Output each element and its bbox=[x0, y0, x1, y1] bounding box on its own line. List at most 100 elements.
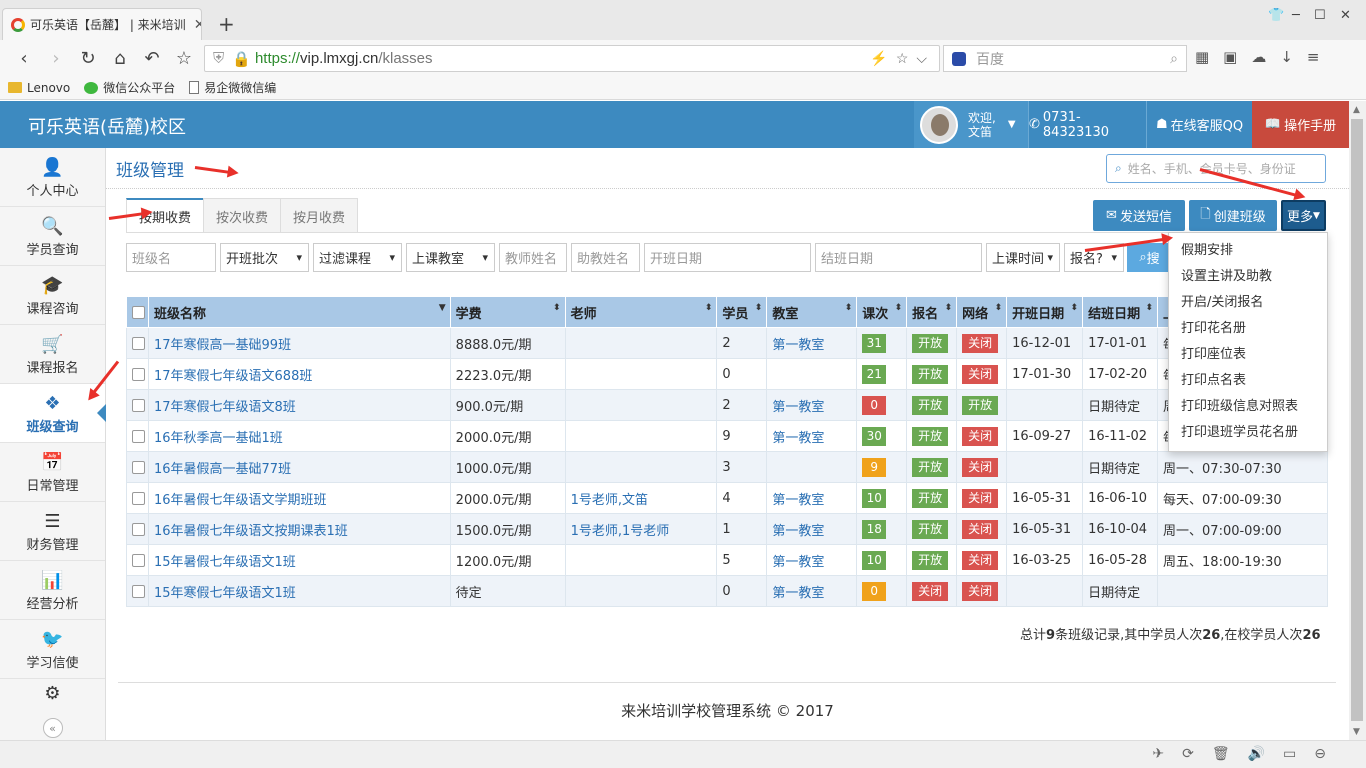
undo-icon[interactable]: ↶ bbox=[136, 48, 168, 69]
menu-item-print-seating[interactable]: 打印座位表 bbox=[1169, 342, 1327, 368]
col-lessons[interactable]: 课次 ⬍ bbox=[856, 296, 908, 328]
lessons-badge[interactable]: 0 bbox=[862, 395, 887, 415]
row-checkbox[interactable] bbox=[132, 429, 145, 443]
filter-end-date[interactable]: 结班日期 bbox=[815, 243, 982, 272]
bookmark-lenovo[interactable]: Lenovo bbox=[8, 81, 70, 95]
online-status-badge[interactable]: 关闭 bbox=[962, 364, 999, 384]
row-select-cell[interactable] bbox=[126, 358, 149, 390]
filter-teacher[interactable]: 教师姓名 bbox=[499, 243, 567, 272]
class-name-link[interactable]: 15年暑假七年级语文1班 bbox=[154, 555, 296, 570]
row-select-cell[interactable] bbox=[126, 482, 149, 514]
sidebar-item-enroll[interactable]: 🛒 课程报名 bbox=[0, 325, 105, 384]
class-name-cell[interactable]: 15年暑假七年级语文1班 bbox=[147, 544, 451, 576]
menu-item-holiday[interactable]: 假期安排 bbox=[1169, 238, 1327, 264]
online-status-badge[interactable]: 关闭 bbox=[962, 333, 999, 353]
create-class-button[interactable]: 🗋 创建班级 bbox=[1189, 200, 1277, 231]
table-row[interactable]: 15年寒假七年级语文1班 待定 0 第一教室 0 关闭 关闭 日期待定 bbox=[126, 575, 1328, 607]
scrollbar-thumb[interactable] bbox=[1351, 119, 1363, 721]
row-checkbox[interactable] bbox=[132, 584, 145, 598]
sidebar-item-finance[interactable]: ☰ 财务管理 bbox=[0, 502, 105, 561]
browser-tab[interactable]: 可乐英语【岳麓】 | 来米培训 ✕ bbox=[2, 8, 202, 40]
enroll-status-badge[interactable]: 开放 bbox=[912, 488, 949, 508]
table-row[interactable]: 15年暑假七年级语文1班 1200.0元/期 5 第一教室 10 开放 关闭 16-03-25… bbox=[126, 544, 1328, 576]
menu-item-toggle-enroll[interactable]: 开启/关闭报名 bbox=[1169, 290, 1327, 316]
row-select-cell[interactable] bbox=[126, 420, 149, 452]
lessons-badge[interactable]: 31 bbox=[862, 333, 887, 353]
room-link[interactable]: 第一教室 bbox=[772, 555, 824, 570]
phone-link[interactable]: ✆ 0731-84323130 bbox=[1028, 101, 1146, 148]
favorite-star-icon[interactable]: ☆ bbox=[168, 48, 200, 69]
table-row[interactable]: 17年寒假高一基础99班 8888.0元/期 2 第一教室 31 开放 关闭 16-12-01… bbox=[126, 327, 1328, 359]
table-row[interactable]: 16年暑假七年级语文按期课表1班 1500.0元/期 1号老师,1号老师 1 第一教室 1… bbox=[126, 513, 1328, 545]
class-name-cell[interactable]: 16年秋季高一基础1班 bbox=[147, 420, 451, 452]
lessons-badge[interactable]: 0 bbox=[862, 581, 887, 601]
menu-item-print-class-info[interactable]: 打印班级信息对照表 bbox=[1169, 394, 1327, 420]
class-name-cell[interactable]: 17年寒假高一基础99班 bbox=[147, 327, 451, 359]
class-name-link[interactable]: 17年寒假七年级语文688班 bbox=[154, 369, 312, 384]
teacher-link[interactable]: 1号老师,文笛 bbox=[571, 493, 648, 508]
send-sms-button[interactable]: ✉ 发送短信 bbox=[1093, 200, 1185, 231]
col-enroll[interactable]: 报名 ⬍ bbox=[906, 296, 958, 328]
menu-item-print-roster[interactable]: 打印花名册 bbox=[1169, 316, 1327, 342]
online-status-badge[interactable]: 关闭 bbox=[962, 488, 999, 508]
col-online[interactable]: 网络 ⬍ bbox=[956, 296, 1008, 328]
manual-link[interactable]: 📖 操作手册 bbox=[1252, 101, 1349, 148]
row-checkbox[interactable] bbox=[132, 491, 145, 505]
row-checkbox[interactable] bbox=[132, 522, 145, 536]
online-status-badge[interactable]: 开放 bbox=[962, 395, 999, 415]
room-link[interactable]: 第一教室 bbox=[772, 338, 824, 353]
browser-toolbar-icons[interactable]: ▦▣☁↓≡ bbox=[1195, 48, 1333, 66]
enroll-status-badge[interactable]: 关闭 bbox=[912, 581, 949, 601]
filter-start-date[interactable]: 开班日期 bbox=[644, 243, 811, 272]
filter-course[interactable]: 过滤课程 bbox=[313, 243, 402, 272]
enroll-status-badge[interactable]: 开放 bbox=[912, 519, 949, 539]
select-all-checkbox[interactable] bbox=[132, 305, 145, 319]
class-name-link[interactable]: 16年秋季高一基础1班 bbox=[154, 431, 283, 446]
room-link[interactable]: 第一教室 bbox=[772, 524, 824, 539]
enroll-status-badge[interactable]: 开放 bbox=[912, 550, 949, 570]
reload-icon[interactable]: ↻ bbox=[72, 48, 104, 69]
filter-room[interactable]: 上课教室 bbox=[406, 243, 495, 272]
more-button[interactable]: 更多 ▼ bbox=[1281, 200, 1326, 231]
page-scrollbar[interactable]: ▲ ▼ bbox=[1349, 101, 1366, 740]
row-checkbox[interactable] bbox=[132, 367, 145, 381]
row-checkbox[interactable] bbox=[132, 460, 145, 474]
enroll-status-badge[interactable]: 开放 bbox=[912, 395, 949, 415]
maximize-icon[interactable]: ☐ bbox=[1314, 8, 1326, 23]
member-search-input[interactable]: ⌕ 姓名、手机、会员卡号、身份证 bbox=[1106, 154, 1326, 183]
teacher-link[interactable]: 1号老师,1号老师 bbox=[571, 524, 670, 539]
filter-assistant[interactable]: 助教姓名 bbox=[571, 243, 640, 272]
online-status-badge[interactable]: 关闭 bbox=[962, 426, 999, 446]
class-name-link[interactable]: 16年暑假七年级语文按期课表1班 bbox=[154, 524, 348, 539]
online-status-badge[interactable]: 关闭 bbox=[962, 519, 999, 539]
class-name-link[interactable]: 16年暑假七年级语文学期班班 bbox=[154, 493, 327, 508]
class-name-link[interactable]: 17年寒假高一基础99班 bbox=[154, 338, 291, 353]
menu-item-print-rollcall[interactable]: 打印点名表 bbox=[1169, 368, 1327, 394]
room-link[interactable]: 第一教室 bbox=[772, 493, 824, 508]
row-select-cell[interactable] bbox=[126, 389, 149, 421]
qq-support-link[interactable]: ☗ 在线客服QQ bbox=[1146, 101, 1252, 148]
col-teacher[interactable]: 老师 ⬍ bbox=[564, 296, 718, 328]
col-fee[interactable]: 学费 ⬍ bbox=[449, 296, 566, 328]
online-status-badge[interactable]: 关闭 bbox=[962, 457, 999, 477]
filter-batch[interactable]: 开班批次 bbox=[220, 243, 309, 272]
scroll-down-icon[interactable]: ▼ bbox=[1353, 727, 1360, 737]
row-select-cell[interactable] bbox=[126, 513, 149, 545]
forward-icon[interactable]: › bbox=[40, 48, 72, 69]
col-name[interactable]: 班级名称 ▼ bbox=[147, 296, 451, 328]
menu-item-print-dropout[interactable]: 打印退班学员花名册 bbox=[1169, 420, 1327, 446]
sidebar-item-daily[interactable]: 📅 日常管理 bbox=[0, 443, 105, 502]
sidebar-item-course-consult[interactable]: 🎓 课程咨询 bbox=[0, 266, 105, 325]
online-status-badge[interactable]: 关闭 bbox=[962, 550, 999, 570]
filter-search-button[interactable]: ⌕ 搜 bbox=[1127, 243, 1172, 272]
filter-class-name[interactable]: 班级名 bbox=[126, 243, 216, 272]
status-bar-icons[interactable]: ✈⟳🗑🔊▭⊖ bbox=[1152, 746, 1344, 762]
col-students[interactable]: 学员 ⬍ bbox=[716, 296, 768, 328]
lessons-badge[interactable]: 10 bbox=[862, 488, 887, 508]
enroll-status-badge[interactable]: 开放 bbox=[912, 457, 949, 477]
class-name-link[interactable]: 16年暑假高一基础77班 bbox=[154, 462, 291, 477]
sidebar-item-students[interactable]: 🔍 学员查询 bbox=[0, 207, 105, 266]
room-link[interactable]: 第一教室 bbox=[772, 431, 824, 446]
select-all-cell[interactable] bbox=[126, 296, 149, 328]
lessons-badge[interactable]: 21 bbox=[862, 364, 887, 384]
